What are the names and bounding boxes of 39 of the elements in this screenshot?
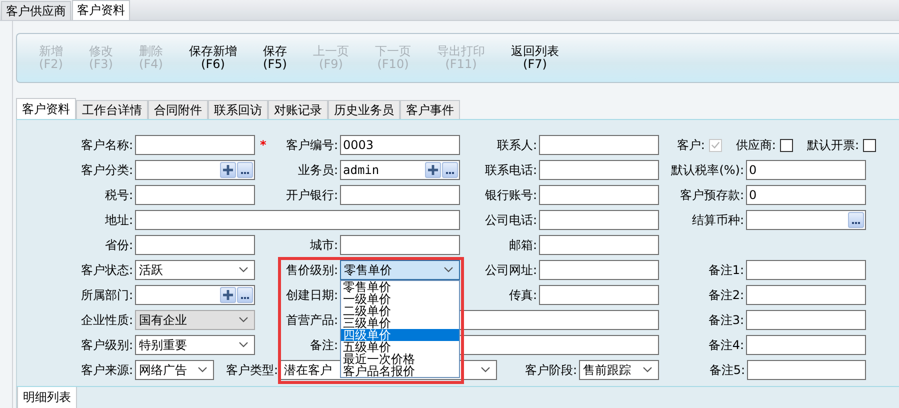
field-label: 备注5:	[709, 362, 746, 379]
field-label: 售价级别:	[286, 262, 339, 279]
field-label: 首营产品:	[286, 312, 339, 329]
field-label: 客户名称:	[80, 137, 134, 154]
field-label: 备注3:	[708, 312, 745, 329]
field-label: 所属部门:	[80, 287, 134, 304]
field-label: 联系电话:	[484, 162, 538, 179]
field-label: 开户银行:	[286, 187, 339, 204]
field-label: 传真:	[508, 287, 538, 304]
field-label: 客户分类:	[80, 162, 134, 179]
field-label: 创建日期:	[286, 287, 339, 304]
field-label: 客户阶段:	[524, 362, 578, 379]
field-label: 客户编号:	[286, 137, 339, 154]
field-label: 税号:	[104, 187, 134, 204]
field-label: 备注:	[310, 337, 339, 354]
field-label: 供应商:	[736, 137, 777, 154]
field-label: 地址:	[104, 212, 134, 229]
field-label: 默认税率(%):	[671, 162, 745, 179]
field-label: 城市:	[310, 237, 339, 254]
required-mark: *	[260, 138, 266, 152]
field-label: 企业性质:	[80, 312, 134, 329]
field-label: 默认开票:	[806, 137, 860, 154]
field-label: 邮箱:	[508, 237, 538, 254]
field-label: 省份:	[104, 237, 134, 254]
field-label: 结算币种:	[692, 212, 745, 229]
field-label: 联系人:	[496, 137, 538, 154]
field-label: 客户类型:	[226, 362, 279, 379]
field-label: 客户:	[676, 137, 706, 154]
field-label: 客户级别:	[80, 337, 134, 354]
field-label: 客户预存款:	[680, 187, 745, 204]
field-label: 公司电话:	[484, 212, 538, 229]
field-label: 业务员:	[298, 162, 339, 179]
field-label: 备注2:	[708, 287, 745, 304]
field-label: 客户状态:	[80, 262, 134, 279]
field-label: 备注1:	[708, 262, 745, 279]
field-label: 公司网址:	[484, 262, 538, 279]
field-label: 客户来源:	[80, 362, 134, 379]
field-label: 银行账号:	[484, 187, 538, 204]
field-label: 备注4:	[708, 337, 745, 354]
